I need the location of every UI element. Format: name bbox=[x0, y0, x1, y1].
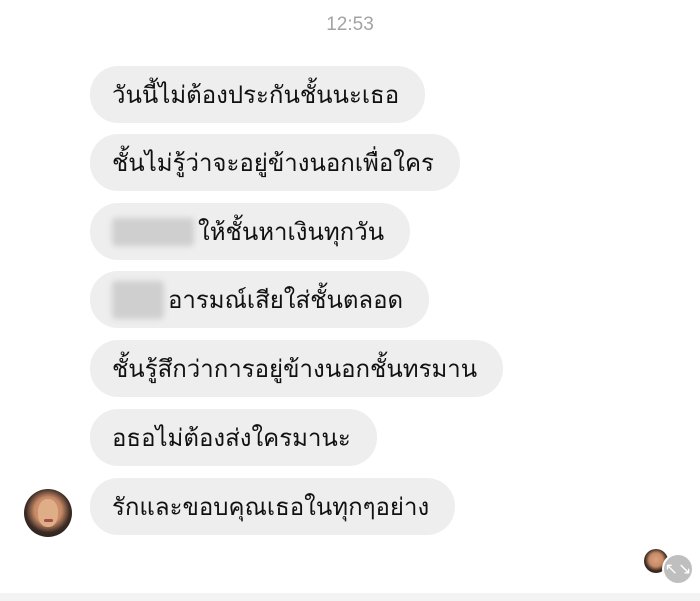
message-text: อารมณ์เสียใส่ชั้นตลอด bbox=[168, 286, 404, 314]
message-bubble: อารมณ์เสียใส่ชั้นตลอด bbox=[90, 271, 430, 328]
message-timestamp: 12:53 bbox=[326, 14, 374, 35]
message-bubble: อธอไม่ต้องส่งใครมานะ bbox=[90, 409, 377, 466]
message-bubble: ชั้นไม่รู้ว่าจะอยู่ข้างนอกเพื่อใคร bbox=[90, 134, 460, 191]
expand-arrows-icon[interactable]: ↖↘ bbox=[662, 553, 694, 585]
avatar-face bbox=[38, 499, 58, 527]
message-bubble: ชั้นรู้สึกว่าการอยู่ข้างนอกชั้นทรมาน bbox=[90, 340, 504, 397]
message-bubble: ให้ชั้นหาเงินทุกวัน bbox=[90, 203, 411, 260]
message-bubble: รักและขอบคุณเธอในทุกๆอย่าง bbox=[90, 478, 456, 535]
sender-avatar[interactable] bbox=[24, 489, 72, 537]
bottom-divider bbox=[0, 593, 700, 601]
message-text: ให้ชั้นหาเงินทุกวัน bbox=[198, 218, 385, 246]
message-text: รักและขอบคุณเธอในทุกๆอย่าง bbox=[112, 493, 430, 521]
avatar-lips bbox=[44, 519, 53, 522]
blurred-name bbox=[112, 280, 164, 319]
message-text: ชั้นรู้สึกว่าการอยู่ข้างนอกชั้นทรมาน bbox=[112, 355, 478, 383]
message-text: วันนี้ไม่ต้องประกันชั้นนะเธอ bbox=[112, 81, 400, 109]
message-text: อธอไม่ต้องส่งใครมานะ bbox=[112, 424, 351, 452]
message-bubble: วันนี้ไม่ต้องประกันชั้นนะเธอ bbox=[90, 66, 426, 123]
blurred-name bbox=[112, 217, 194, 246]
message-text: ชั้นไม่รู้ว่าจะอยู่ข้างนอกเพื่อใคร bbox=[112, 149, 434, 177]
